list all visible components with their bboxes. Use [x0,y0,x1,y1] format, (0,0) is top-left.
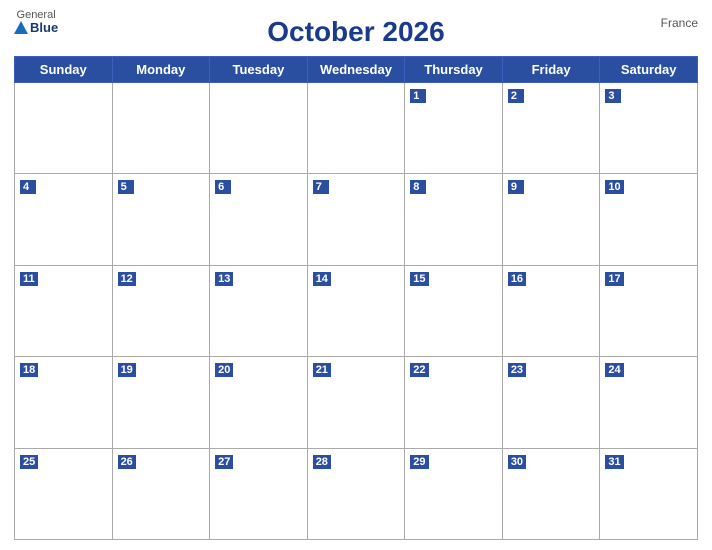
weekday-thursday: Thursday [405,57,503,83]
logo-triangle-icon [14,21,28,34]
day-number: 4 [20,180,36,194]
day-number: 1 [410,89,426,103]
calendar-cell: 19 [112,357,210,448]
calendar-cell: 26 [112,448,210,539]
day-number: 26 [118,455,136,469]
day-number: 20 [215,363,233,377]
day-number: 2 [508,89,524,103]
day-number: 31 [605,455,623,469]
week-row-4: 18 19 20 21 22 23 24 [15,357,698,448]
calendar-cell: 25 [15,448,113,539]
day-number: 30 [508,455,526,469]
calendar-cell: 14 [307,265,405,356]
calendar-cell: 30 [502,448,600,539]
week-row-1: 1 2 3 [15,83,698,174]
weekday-header-row: SundayMondayTuesdayWednesdayThursdayFrid… [15,57,698,83]
day-number: 16 [508,272,526,286]
calendar-cell: 20 [210,357,308,448]
day-number: 23 [508,363,526,377]
calendar-cell: 2 [502,83,600,174]
day-number: 12 [118,272,136,286]
weekday-tuesday: Tuesday [210,57,308,83]
day-number: 5 [118,180,134,194]
calendar-cell: 16 [502,265,600,356]
day-number: 15 [410,272,428,286]
calendar-cell: 23 [502,357,600,448]
calendar-cell [210,83,308,174]
calendar-cell: 17 [600,265,698,356]
calendar-cell: 11 [15,265,113,356]
day-number: 3 [605,89,621,103]
day-number: 24 [605,363,623,377]
country-label: France [661,16,698,30]
calendar-cell: 24 [600,357,698,448]
calendar-cell: 9 [502,174,600,265]
calendar-cell: 29 [405,448,503,539]
calendar-cell: 3 [600,83,698,174]
weekday-friday: Friday [502,57,600,83]
week-row-3: 11 12 13 14 15 16 17 [15,265,698,356]
day-number: 13 [215,272,233,286]
calendar-cell: 1 [405,83,503,174]
calendar-cell: 21 [307,357,405,448]
day-number: 6 [215,180,231,194]
calendar-cell: 6 [210,174,308,265]
day-number: 7 [313,180,329,194]
day-number: 17 [605,272,623,286]
month-title: October 2026 [267,16,444,48]
calendar-cell: 12 [112,265,210,356]
weekday-monday: Monday [112,57,210,83]
calendar-cell [112,83,210,174]
calendar-cell: 8 [405,174,503,265]
calendar-cell: 7 [307,174,405,265]
day-number: 25 [20,455,38,469]
day-number: 22 [410,363,428,377]
day-number: 11 [20,272,38,286]
weekday-wednesday: Wednesday [307,57,405,83]
day-number: 18 [20,363,38,377]
calendar-cell: 15 [405,265,503,356]
day-number: 19 [118,363,136,377]
week-row-5: 25 26 27 28 29 30 31 [15,448,698,539]
calendar-cell [15,83,113,174]
calendar-table: SundayMondayTuesdayWednesdayThursdayFrid… [14,56,698,540]
logo-blue-text: Blue [14,21,58,34]
day-number: 29 [410,455,428,469]
day-number: 27 [215,455,233,469]
calendar-cell: 4 [15,174,113,265]
weekday-sunday: Sunday [15,57,113,83]
weekday-saturday: Saturday [600,57,698,83]
calendar-cell: 13 [210,265,308,356]
calendar-cell: 10 [600,174,698,265]
calendar-cell: 18 [15,357,113,448]
day-number: 14 [313,272,331,286]
calendar-header: General Blue October 2026 France [14,10,698,50]
calendar-cell: 5 [112,174,210,265]
logo: General Blue [14,10,58,34]
day-number: 9 [508,180,524,194]
calendar-cell: 28 [307,448,405,539]
week-row-2: 4 5 6 7 8 9 10 [15,174,698,265]
day-number: 8 [410,180,426,194]
calendar-cell [307,83,405,174]
calendar-cell: 31 [600,448,698,539]
calendar-cell: 22 [405,357,503,448]
calendar-cell: 27 [210,448,308,539]
day-number: 21 [313,363,331,377]
day-number: 28 [313,455,331,469]
day-number: 10 [605,180,623,194]
